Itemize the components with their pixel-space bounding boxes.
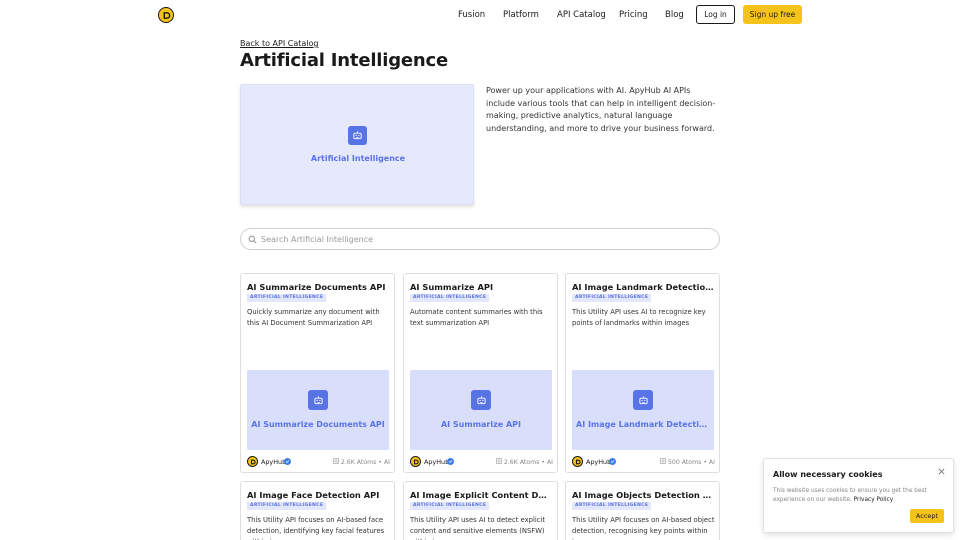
robot-icon xyxy=(471,390,491,410)
card-thumbnail-label: AI Image Landmark Detection... xyxy=(576,420,710,429)
robot-icon xyxy=(348,126,367,145)
card-title[interactable]: AI Summarize API xyxy=(410,282,552,292)
cookie-message: This website uses cookies to ensure you … xyxy=(773,488,927,503)
top-navigation: Fusion Platform API Catalog Pricing Blog… xyxy=(0,0,960,30)
nav-api-catalog[interactable]: API Catalog xyxy=(557,10,606,20)
stats-text: 500 Atoms • AI xyxy=(667,458,715,466)
cookie-title: Allow necessary cookies xyxy=(773,470,883,479)
card-stats: 500 Atoms • AI xyxy=(660,458,715,466)
card-stats: 2.6K Atoms • AI xyxy=(333,458,390,466)
close-icon[interactable] xyxy=(937,467,946,476)
page-title: Artificial Intelligence xyxy=(240,50,449,71)
publisher-name[interactable]: ApyHub xyxy=(586,458,611,466)
category-description: Power up your applications with AI. ApyH… xyxy=(486,86,716,133)
category-tag: ARTIFICIAL INTELLIGENCE xyxy=(410,502,490,510)
api-card[interactable]: AI Image Objects Detection API ARTIFICIAL… xyxy=(565,481,720,540)
cookie-text: This website uses cookies to ensure you … xyxy=(773,487,943,504)
nav-fusion[interactable]: Fusion xyxy=(458,10,485,20)
stats-text: 2.6K Atoms • AI xyxy=(503,458,553,466)
nav-pricing[interactable]: Pricing xyxy=(619,10,648,20)
category-tag: ARTIFICIAL INTELLIGENCE xyxy=(247,502,327,510)
card-title[interactable]: AI Summarize Documents API xyxy=(247,282,389,292)
api-card[interactable]: AI Summarize API ARTIFICIAL INTELLIGENCE A… xyxy=(403,273,558,473)
verified-badge-icon xyxy=(447,458,454,465)
accept-cookies-button[interactable]: Accept xyxy=(910,509,944,523)
privacy-policy-link[interactable]: Privacy Policy xyxy=(854,497,894,503)
publisher-logo-icon xyxy=(572,456,583,467)
signup-button[interactable]: Sign up free xyxy=(743,5,802,24)
atoms-icon xyxy=(496,458,502,466)
card-footer: ApyHub 2.6K Atoms • AI xyxy=(247,456,390,468)
card-thumbnail: AI Summarize Documents API xyxy=(247,370,389,450)
cookie-banner: Allow necessary cookies This website use… xyxy=(763,458,954,533)
card-description: Quickly summarize any document with this… xyxy=(247,308,380,327)
card-footer: ApyHub 2.6K Atoms • AI xyxy=(410,456,553,468)
category-tag: ARTIFICIAL INTELLIGENCE xyxy=(247,294,327,302)
apyhub-logo-icon[interactable] xyxy=(158,7,174,23)
card-thumbnail-label: AI Summarize Documents API xyxy=(251,420,385,429)
publisher-name[interactable]: ApyHub xyxy=(424,458,449,466)
card-thumbnail: AI Image Landmark Detection... xyxy=(572,370,714,450)
category-tag: ARTIFICIAL INTELLIGENCE xyxy=(572,502,652,510)
card-title[interactable]: AI Image Landmark Detection API xyxy=(572,282,714,292)
atoms-icon xyxy=(333,458,339,466)
card-description: This Utility API focuses on AI-based fac… xyxy=(247,516,385,540)
nav-blog[interactable]: Blog xyxy=(665,10,684,20)
back-to-catalog-link[interactable]: Back to API Catalog xyxy=(240,39,318,48)
card-stats: 2.6K Atoms • AI xyxy=(496,458,553,466)
card-description: This Utility API uses AI to detect expli… xyxy=(410,516,546,540)
api-card[interactable]: AI Summarize Documents API ARTIFICIAL INT… xyxy=(240,273,395,473)
card-description: This Utility API uses AI to recognize ke… xyxy=(572,308,706,327)
robot-icon xyxy=(308,390,328,410)
search-icon xyxy=(248,235,257,244)
publisher-name[interactable]: ApyHub xyxy=(261,458,286,466)
category-tag: ARTIFICIAL INTELLIGENCE xyxy=(572,294,652,302)
login-button[interactable]: Log in xyxy=(696,5,735,24)
search-input[interactable] xyxy=(261,232,701,246)
atoms-icon xyxy=(660,458,666,466)
card-title[interactable]: AI Image Objects Detection API xyxy=(572,490,714,500)
card-thumbnail: AI Summarize API xyxy=(410,370,552,450)
card-description: Automate content summaries with this tex… xyxy=(410,308,543,327)
category-hero-image: Artificial Intelligence xyxy=(240,84,474,205)
publisher-logo-icon xyxy=(410,456,421,467)
hero-label: Artificial Intelligence xyxy=(310,154,406,163)
verified-badge-icon xyxy=(284,458,291,465)
verified-badge-icon xyxy=(609,458,616,465)
publisher-logo-icon xyxy=(247,456,258,467)
nav-platform[interactable]: Platform xyxy=(503,10,539,20)
category-tag: ARTIFICIAL INTELLIGENCE xyxy=(410,294,490,302)
api-card[interactable]: AI Image Explicit Content Detection API A… xyxy=(403,481,558,540)
card-description: This Utility API focuses on AI-based obj… xyxy=(572,516,715,540)
api-card[interactable]: AI Image Landmark Detection API ARTIFICIA… xyxy=(565,273,720,473)
card-title[interactable]: AI Image Explicit Content Detection API xyxy=(410,490,552,500)
card-thumbnail-label: AI Summarize API xyxy=(440,420,522,429)
logo-mark xyxy=(163,11,170,19)
robot-icon xyxy=(633,390,653,410)
card-title[interactable]: AI Image Face Detection API xyxy=(247,490,389,500)
card-footer: ApyHub 500 Atoms • AI xyxy=(572,456,715,468)
api-card[interactable]: AI Image Face Detection API ARTIFICIAL IN… xyxy=(240,481,395,540)
search-bar[interactable] xyxy=(240,228,720,250)
stats-text: 2.6K Atoms • AI xyxy=(340,458,390,466)
